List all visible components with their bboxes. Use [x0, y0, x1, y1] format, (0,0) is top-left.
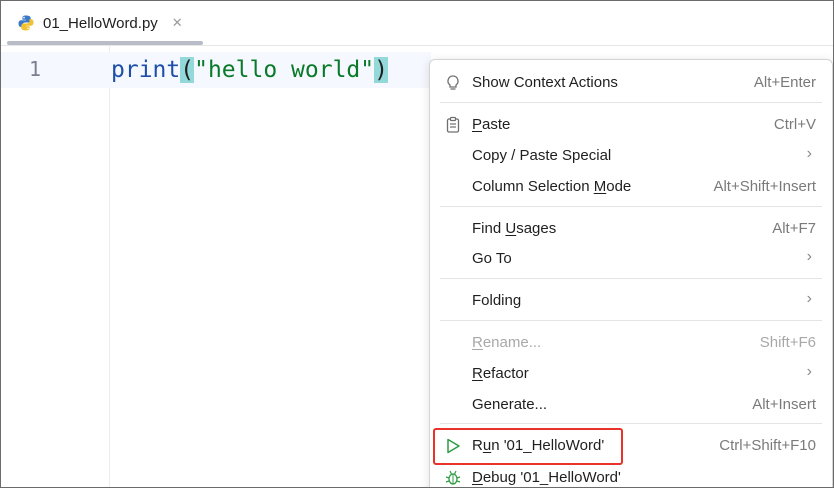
chevron-right-icon: › — [806, 290, 812, 307]
menu-separator — [440, 278, 822, 279]
menu-item-go-to[interactable]: Go To › — [430, 244, 832, 274]
menu-item-copy-paste-special[interactable]: Copy / Paste Special › — [430, 141, 832, 171]
menu-item-rename[interactable]: Rename... Shift+F6 — [430, 328, 832, 358]
menu-separator — [440, 320, 822, 321]
chevron-right-icon: › — [806, 363, 812, 380]
menu-item-column-selection-mode[interactable]: Column Selection Mode Alt+Shift+Insert — [430, 172, 832, 202]
editor-tab-bar: 01_HelloWord.py ✕ — [1, 1, 833, 46]
line-number: 1 — [29, 57, 42, 81]
code-open-paren: ( — [180, 57, 195, 83]
close-icon[interactable]: ✕ — [172, 15, 183, 31]
code-function: print — [111, 57, 181, 83]
context-menu: Show Context Actions Alt+Enter Paste Ctr… — [429, 59, 833, 487]
ide-window: 01_HelloWord.py ✕ 1 print("hello world")… — [0, 0, 834, 488]
code-close-paren: ) — [374, 57, 388, 83]
menu-item-paste[interactable]: Paste Ctrl+V — [430, 110, 832, 140]
menu-item-find-usages[interactable]: Find Usages Alt+F7 — [430, 214, 832, 244]
code-line[interactable]: print("hello world") — [111, 53, 388, 87]
tab-01-helloword[interactable]: 01_HelloWord.py ✕ — [7, 1, 203, 45]
line-gutter — [1, 46, 110, 487]
menu-separator — [440, 102, 822, 103]
tab-label: 01_HelloWord.py — [43, 14, 158, 32]
menu-item-show-context-actions[interactable]: Show Context Actions Alt+Enter — [430, 68, 832, 98]
python-file-icon — [18, 15, 34, 31]
annotation-highlight-box — [433, 428, 623, 465]
chevron-right-icon: › — [806, 248, 812, 265]
bulb-icon — [447, 75, 459, 90]
menu-item-folding[interactable]: Folding › — [430, 286, 832, 316]
active-tab-indicator — [7, 41, 203, 45]
menu-separator — [440, 206, 822, 207]
code-string: "hello world" — [194, 57, 375, 83]
clipboard-icon — [446, 116, 460, 133]
menu-item-debug[interactable]: Debug '01_HelloWord' — [430, 463, 832, 487]
chevron-right-icon: › — [806, 145, 812, 162]
debug-icon — [445, 470, 461, 485]
menu-item-generate[interactable]: Generate... Alt+Insert — [430, 390, 832, 420]
menu-item-refactor[interactable]: Refactor › — [430, 359, 832, 389]
menu-separator — [440, 423, 822, 424]
